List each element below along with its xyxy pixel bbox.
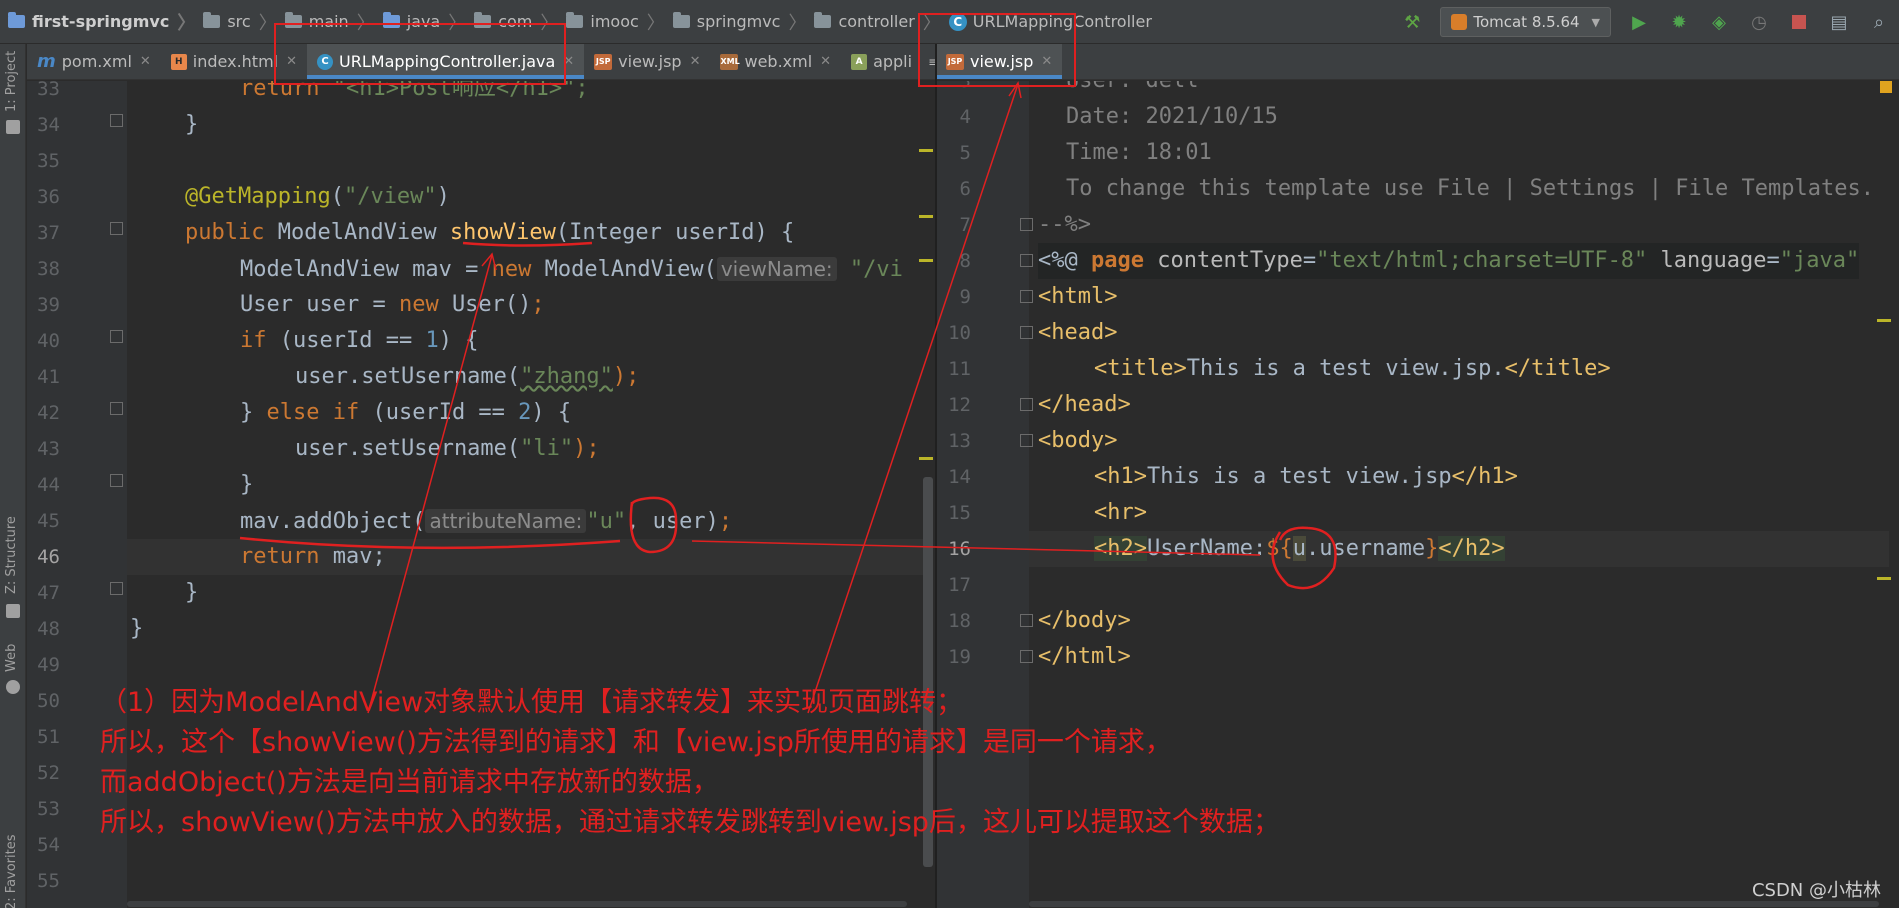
annotation-note-line-2: 所以，这个【showView()方法得到的请求】和【view.jsp所使用的请求… [100,727,1172,758]
underline-addobject [239,536,621,550]
watermark: CSDN @小枯林 [1751,880,1881,901]
annotation-note-line-3: 而addObject()方法是向当前请求中存放新的数据， [100,767,719,798]
annotation-note-line-4: 所以，showView()方法中放入的数据，通过请求转发跳转到view.jsp后… [100,807,1280,838]
circle-u-attribute [629,496,678,554]
underline-showview [462,241,593,247]
arrow-note-to-showview [367,254,493,714]
arrow-note-to-jsp-tab [807,83,1019,714]
arrow-u-to-el [691,540,1261,556]
arrowhead [1008,81,1022,99]
annotation-note-line-1: （1）因为ModelAndView对象默认使用【请求转发】来实现页面跳转； [100,687,964,718]
circle-el-variable [1271,526,1337,590]
